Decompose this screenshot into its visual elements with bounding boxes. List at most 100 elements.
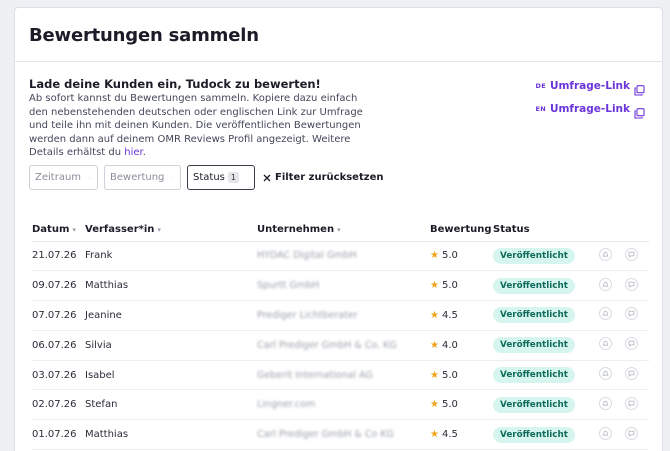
table-row[interactable]: 09.07.26 Matthias Spurtt GmbH ★ 5.0 Veröf… (32, 270, 649, 302)
cell-date: 07.07.26 (32, 300, 85, 331)
cell-company: Geberit International AG (257, 360, 430, 391)
intro-section: Lade deine Kunden ein, Tudock zu bewerte… (15, 62, 662, 162)
survey-link-en[interactable]: EN Umfrage-Link (535, 103, 645, 119)
intro-text: Ab sofort kannst du Bewertungen sammeln.… (29, 92, 374, 160)
status-badge: Veröffentlicht (493, 247, 575, 264)
company-name: Prediger Lichtberater (257, 309, 358, 321)
cell-author: Matthias (85, 270, 257, 302)
reviews-card: Bewertungen sammeln Lade deine Kunden ei… (14, 7, 663, 451)
company-name: HYDAC Digital GmbH (257, 250, 357, 262)
bell-icon[interactable] (599, 396, 612, 410)
cell-action-comment (625, 330, 649, 361)
cell-action-notify (599, 300, 625, 331)
comment-icon[interactable] (625, 426, 638, 440)
bell-icon[interactable] (599, 307, 612, 321)
survey-link-de[interactable]: DE Umfrage-Link (536, 80, 645, 96)
cell-action-comment (625, 419, 649, 451)
bell-icon[interactable] (599, 277, 612, 291)
company-name: Geberit International AG (257, 369, 373, 381)
cell-author: Silvia (85, 330, 257, 361)
bell-icon[interactable] (599, 337, 612, 351)
comment-icon[interactable] (625, 396, 638, 410)
intro-body: Ab sofort kannst du Bewertungen sammeln.… (29, 93, 363, 159)
cell-company: HYDAC Digital GmbH (257, 241, 430, 272)
table-row[interactable]: 21.07.26 Frank HYDAC Digital GmbH ★ 5.0 V… (32, 241, 649, 272)
table-row[interactable]: 01.07.26 Matthias Carl Prediger GmbH & C… (32, 419, 649, 451)
cell-date: 03.07.26 (32, 360, 85, 391)
cell-action-notify (599, 360, 625, 391)
sort-icon: ▾ (72, 225, 76, 234)
cell-company: Carl Prediger GmbH & Co. KG (257, 330, 430, 361)
bell-icon[interactable] (599, 367, 612, 381)
star-icon: ★ (430, 309, 439, 321)
star-icon: ★ (430, 429, 439, 441)
star-icon: ★ (430, 369, 439, 381)
col-company-label: Unternehmen (257, 223, 335, 235)
cell-company: Lingner.com (257, 389, 430, 421)
survey-link-label: Umfrage-Link (549, 103, 630, 115)
cell-date: 09.07.26 (32, 270, 85, 302)
table-row[interactable]: 07.07.26 Jeanine Prediger Lichtberater ★… (32, 300, 649, 331)
table-row[interactable]: 02.07.26 Stefan Lingner.com ★ 5.0 Veröffe… (32, 389, 649, 421)
col-author-label: Verfasser*in (85, 223, 155, 235)
table-row[interactable]: 03.07.26 Isabel Geberit International AG… (32, 360, 649, 391)
card-header: Bewertungen sammeln (15, 8, 662, 62)
filter-status[interactable]: Status 1 (187, 165, 255, 190)
cell-status: Veröffentlicht (493, 360, 599, 391)
comment-icon[interactable] (625, 307, 638, 321)
cell-author: Jeanine (85, 300, 257, 331)
cell-author: Matthias (85, 419, 257, 451)
col-author[interactable]: Verfasser*in ▾ (85, 218, 257, 242)
bell-icon[interactable] (599, 247, 612, 261)
filter-count-badge: 1 (227, 172, 239, 183)
company-name: Spurtt GmbH (257, 280, 320, 292)
filter-bewertung-label: Bewertung (110, 172, 165, 183)
comment-icon[interactable] (625, 337, 638, 351)
comment-icon[interactable] (625, 247, 638, 261)
cell-status: Veröffentlicht (493, 419, 599, 451)
status-badge: Veröffentlicht (493, 367, 575, 384)
col-company[interactable]: Unternehmen ▾ (257, 218, 430, 242)
copy-icon[interactable] (634, 81, 645, 96)
cell-rating: ★ 5.0 (430, 241, 493, 272)
lang-badge-en: EN (535, 105, 546, 113)
rating-value: 5.0 (441, 250, 458, 262)
company-name: Carl Prediger GmbH & Co. KG (257, 339, 397, 351)
table-row[interactable]: 06.07.26 Silvia Carl Prediger GmbH & Co.… (32, 330, 649, 361)
cell-action-comment (625, 389, 649, 421)
cell-status: Veröffentlicht (493, 330, 599, 361)
cell-rating: ★ 5.0 (430, 389, 493, 421)
cell-rating: ★ 5.0 (430, 360, 493, 391)
status-badge: Veröffentlicht (493, 426, 575, 443)
copy-icon[interactable] (634, 104, 645, 119)
rating-value: 4.5 (441, 309, 458, 321)
cell-rating: ★ 4.0 (430, 330, 493, 361)
cell-status: Veröffentlicht (493, 270, 599, 302)
details-link[interactable]: hier (124, 147, 142, 158)
cell-action-comment (625, 300, 649, 331)
page-title: Bewertungen sammeln (29, 25, 259, 46)
bell-icon[interactable] (599, 426, 612, 440)
status-badge: Veröffentlicht (493, 337, 575, 354)
comment-icon[interactable] (625, 277, 638, 291)
col-date[interactable]: Datum ▾ (32, 218, 85, 242)
cell-date: 06.07.26 (32, 330, 85, 361)
close-icon (263, 174, 271, 181)
status-badge: Veröffentlicht (493, 396, 575, 413)
filter-bewertung[interactable]: Bewertung (104, 165, 181, 190)
filter-status-label: Status (193, 172, 225, 183)
status-badge: Veröffentlicht (493, 307, 575, 324)
cell-action-comment (625, 360, 649, 391)
cell-rating: ★ 5.0 (430, 270, 493, 302)
cell-action-comment (625, 241, 649, 272)
comment-icon[interactable] (625, 367, 638, 381)
chevron-down-icon (172, 177, 174, 178)
reset-filters-label: Filter zurücksetzen (275, 172, 384, 183)
star-icon: ★ (430, 250, 439, 262)
rating-value: 5.0 (441, 280, 458, 292)
reviews-table: Datum ▾ Verfasser*in ▾ Unternehmen ▾ Bewert… (32, 218, 649, 451)
reset-filters-button[interactable]: Filter zurücksetzen (263, 172, 383, 183)
company-name: Carl Prediger GmbH & Co KG (257, 429, 394, 441)
filter-zeitraum[interactable]: Zeitraum (29, 165, 98, 190)
status-badge: Veröffentlicht (493, 277, 575, 294)
